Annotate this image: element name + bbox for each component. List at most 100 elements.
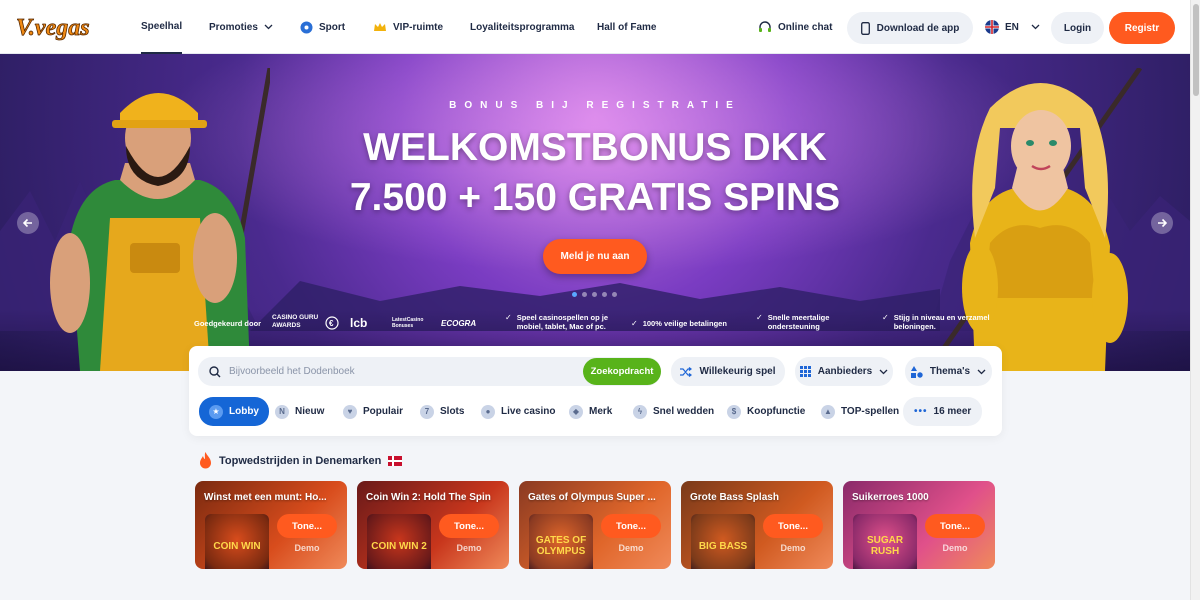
nav-hall-of-fame[interactable]: Hall of Fame	[597, 0, 656, 54]
game-thumbnail[interactable]: COIN WIN 2	[367, 514, 431, 569]
themes-label: Thema's	[929, 366, 971, 377]
download-app-label: Download de app	[876, 22, 960, 34]
nav-lobby[interactable]: Speelhal	[141, 0, 183, 54]
chevron-down-icon	[264, 24, 273, 30]
game-title: Gates of Olympus Super ...	[528, 492, 656, 503]
arrow-right-icon	[1158, 218, 1167, 228]
lcb-badge: lcb	[350, 316, 368, 330]
crown-icon	[374, 22, 386, 31]
hero-title-line2: 7.500 + 150 GRATIS SPINS	[349, 176, 841, 219]
random-game-button[interactable]: Willekeurig spel	[671, 357, 785, 386]
category-more[interactable]: ••• 16 meer	[903, 397, 983, 426]
login-button[interactable]: Login	[1051, 12, 1104, 44]
play-game-button[interactable]: Tone...	[439, 514, 499, 538]
nav-promotions[interactable]: Promoties	[209, 0, 273, 54]
slots-icon: 7	[420, 404, 434, 419]
feature-devices: ✓ Speel casinospellen op je mobiel, table…	[505, 313, 625, 331]
vvegas-logo[interactable]: V.vegas	[14, 9, 92, 45]
check-icon: ✓	[882, 313, 889, 322]
nav-loyalty[interactable]: Loyaliteitsprogramma	[470, 0, 574, 54]
shuffle-icon	[680, 366, 693, 377]
language-label: EN	[1005, 21, 1019, 33]
game-thumbnail-text: COIN WIN 2	[371, 540, 427, 552]
category-new[interactable]: N Nieuw	[275, 397, 324, 426]
category-label: 16 meer	[933, 406, 972, 417]
carousel-prev-button[interactable]	[17, 212, 39, 234]
game-thumbnail-text: COIN WIN	[213, 540, 261, 552]
nav-promotions-label: Promoties	[209, 21, 258, 33]
hero-title-line1: WELKOMSTBONUS DKK	[363, 126, 827, 169]
approved-by-label: Goedgekeurd door	[194, 319, 262, 328]
login-label: Login	[1063, 22, 1092, 34]
game-card[interactable]: Grote Bass Splash BIG BASS Tone... Demo	[681, 481, 833, 569]
category-slots[interactable]: 7 Slots	[420, 397, 464, 426]
demo-link[interactable]: Demo	[601, 543, 661, 553]
play-game-button[interactable]: Tone...	[763, 514, 823, 538]
category-label: Lobby	[229, 406, 259, 417]
category-quick-bet[interactable]: ϟ Snel wedden	[633, 397, 714, 426]
play-game-button[interactable]: Tone...	[277, 514, 337, 538]
carousel-dot[interactable]	[612, 292, 617, 297]
category-buy-feature[interactable]: $ Koopfunctie	[727, 397, 805, 426]
game-thumbnail[interactable]: BIG BASS	[691, 514, 755, 569]
nav-sport[interactable]: Sport	[300, 0, 345, 54]
game-thumbnail[interactable]: SUGAR RUSH	[853, 514, 917, 569]
demo-link[interactable]: Demo	[763, 543, 823, 553]
feature-support-text: Snelle meertalige ondersteuning	[767, 313, 830, 331]
game-thumbnail[interactable]: GATES OF OLYMPUS	[529, 514, 593, 569]
demo-link[interactable]: Demo	[277, 543, 337, 553]
language-selector[interactable]: EN	[985, 0, 1040, 54]
play-game-button[interactable]: Tone...	[601, 514, 661, 538]
scrollbar-thumb[interactable]	[1193, 4, 1199, 96]
section-title: Topwedstrijden in Denemarken	[219, 454, 382, 467]
page-scrollbar[interactable]	[1190, 0, 1200, 600]
category-label: Koopfunctie	[747, 406, 806, 417]
game-thumbnail[interactable]: COIN WIN	[205, 514, 269, 569]
demo-link[interactable]: Demo	[925, 543, 985, 553]
game-card[interactable]: Suikerroes 1000 SUGAR RUSH Tone... Demo	[843, 481, 995, 569]
signup-now-button[interactable]: Meld je nu aan	[543, 239, 647, 274]
nav-lobby-label: Speelhal	[141, 20, 183, 32]
search-button[interactable]: Zoekopdracht	[583, 358, 661, 385]
search-input[interactable]	[229, 366, 569, 377]
category-lobby[interactable]: ★ Lobby	[199, 397, 269, 426]
category-popular[interactable]: ♥ Populair	[343, 397, 403, 426]
carousel-dot[interactable]	[602, 292, 607, 297]
feature-rewards: ✓ Stijg in niveau en verzamel beloningen.	[882, 313, 997, 331]
category-top-games[interactable]: ▲ TOP-spellen	[821, 397, 899, 426]
search-bar: Zoekopdracht	[198, 357, 661, 386]
carousel-dots	[572, 292, 617, 297]
nav-hall-of-fame-label: Hall of Fame	[597, 21, 657, 33]
category-live-casino[interactable]: ● Live casino	[481, 397, 555, 426]
download-app-button[interactable]: Download de app	[847, 12, 973, 44]
svg-text:V.vegas: V.vegas	[16, 15, 90, 41]
top-games-section-header: Topwedstrijden in Denemarken	[199, 452, 403, 469]
register-button[interactable]: Registr	[1109, 12, 1175, 44]
game-card[interactable]: Coin Win 2: Hold The Spin COIN WIN 2 Tone.…	[357, 481, 509, 569]
game-thumbnail-text: SUGAR RUSH	[866, 535, 904, 557]
nav-vip[interactable]: VIP-ruimte	[373, 0, 443, 54]
shapes-icon	[910, 365, 923, 378]
game-card[interactable]: Gates of Olympus Super ... GATES OF OLYMP…	[519, 481, 671, 569]
more-icon: •••	[914, 406, 928, 417]
providers-dropdown[interactable]: Aanbieders	[795, 357, 893, 386]
new-icon: N	[275, 404, 289, 419]
game-card[interactable]: Winst met een munt: Ho... COIN WIN Tone...…	[195, 481, 347, 569]
carousel-next-button[interactable]	[1151, 212, 1173, 234]
denmark-flag-icon	[388, 455, 403, 466]
carousel-dot[interactable]	[582, 292, 587, 297]
register-label: Registr	[1124, 22, 1160, 34]
carousel-dot[interactable]	[572, 292, 577, 297]
live-casino-icon: ●	[481, 404, 495, 419]
game-title: Grote Bass Splash	[690, 492, 779, 503]
category-label: Populair	[363, 406, 404, 417]
online-chat-link[interactable]: Online chat	[758, 0, 832, 54]
play-game-button[interactable]: Tone...	[925, 514, 985, 538]
demo-link[interactable]: Demo	[439, 543, 499, 553]
category-brand[interactable]: ◆ Merk	[569, 397, 612, 426]
hero-subtitle: BONUS BIJ REGISTRATIE	[449, 100, 741, 111]
category-label: Snel wedden	[653, 406, 715, 417]
check-icon: ✓	[505, 313, 512, 322]
carousel-dot[interactable]	[592, 292, 597, 297]
themes-dropdown[interactable]: Thema's	[905, 357, 992, 386]
